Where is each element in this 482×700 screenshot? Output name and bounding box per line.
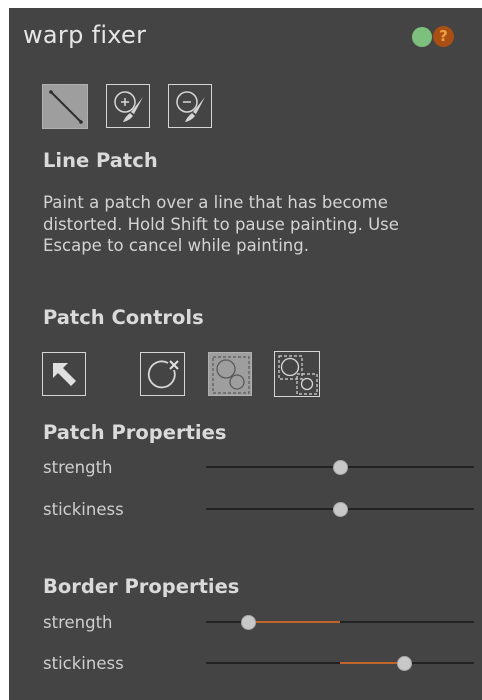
- circles-split-icon: [278, 355, 318, 395]
- border-strength-label: strength: [43, 613, 113, 632]
- status-indicator-icon: [412, 27, 432, 47]
- add-paint-tool-button[interactable]: [106, 84, 150, 128]
- patch-stickiness-slider[interactable]: [206, 501, 474, 517]
- border-strength-thumb[interactable]: [241, 614, 257, 630]
- line-patch-tool-button[interactable]: [42, 84, 88, 129]
- remove-paint-tool-button[interactable]: [168, 84, 212, 128]
- patch-split-button[interactable]: [274, 351, 320, 397]
- patch-strength-label: strength: [43, 458, 113, 477]
- help-icon[interactable]: ?: [433, 26, 454, 47]
- select-arrow-button[interactable]: [42, 352, 86, 396]
- line-patch-heading: Line Patch: [43, 149, 158, 172]
- border-stickiness-label: stickiness: [43, 654, 124, 673]
- border-strength-slider[interactable]: [206, 614, 474, 630]
- patch-strength-thumb[interactable]: [332, 459, 348, 475]
- brush-minus-icon: [176, 91, 205, 122]
- patch-properties-heading: Patch Properties: [43, 421, 227, 444]
- border-stickiness-thumb[interactable]: [396, 655, 412, 671]
- patch-stickiness-label: stickiness: [43, 500, 124, 519]
- line-patch-description: Paint a patch over a line that has becom…: [43, 193, 399, 255]
- border-stickiness-slider[interactable]: [206, 655, 474, 671]
- patch-stickiness-thumb[interactable]: [332, 501, 348, 517]
- arrow-up-left-icon: [53, 363, 76, 386]
- border-stickiness-fill: [340, 662, 405, 664]
- delete-patch-button[interactable]: [140, 352, 185, 396]
- border-strength-fill: [248, 621, 340, 623]
- circles-group-icon: [212, 356, 250, 394]
- circle-x-icon: [147, 360, 179, 389]
- warp-fixer-panel: warp fixer ? Line Patch Paint a patch ov…: [9, 8, 482, 700]
- diagonal-line-icon: [49, 90, 83, 124]
- brush-plus-icon: [114, 91, 143, 122]
- panel-title: warp fixer: [23, 21, 147, 49]
- patch-group-button[interactable]: [208, 352, 252, 396]
- patch-controls-heading: Patch Controls: [43, 306, 204, 329]
- panel-header: warp fixer ?: [9, 8, 482, 58]
- patch-strength-slider[interactable]: [206, 459, 474, 475]
- border-properties-heading: Border Properties: [43, 575, 240, 598]
